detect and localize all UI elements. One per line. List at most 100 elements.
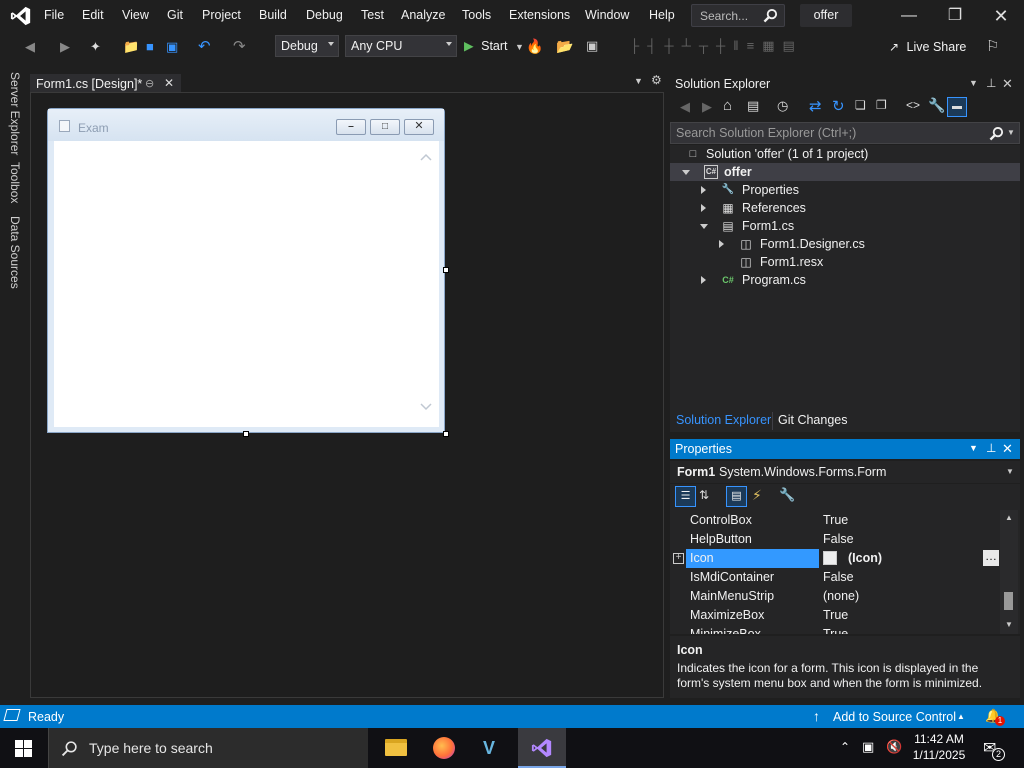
show-all-files-icon[interactable]: ❐	[876, 98, 887, 112]
tab-server-explorer[interactable]: Server Explorer	[8, 72, 22, 155]
menu-tools[interactable]: Tools	[462, 8, 491, 22]
se-forward-icon[interactable]: ▶	[702, 99, 712, 115]
collapsed-chevron-icon[interactable]	[701, 186, 706, 194]
window-layout-icon[interactable]: ▣	[586, 38, 598, 54]
search-options-chevron-down-icon[interactable]: ▼	[1007, 128, 1015, 137]
browse-ellipsis-button[interactable]: …	[983, 550, 999, 566]
preview-selected-items-icon[interactable]: ▬	[947, 97, 967, 117]
panel-close-icon[interactable]: ✕	[1002, 76, 1013, 92]
network-icon[interactable]: ▣	[862, 739, 874, 755]
taskbar-search-input[interactable]: Type here to search	[48, 728, 368, 768]
solution-configuration-select[interactable]: Debug	[275, 35, 339, 57]
settings-gear-icon[interactable]: ⚙	[651, 73, 662, 87]
live-share-button[interactable]: ↗ Live Share	[889, 40, 966, 54]
property-value[interactable]: False	[823, 530, 854, 549]
collapsed-chevron-icon[interactable]	[701, 276, 706, 284]
menu-build[interactable]: Build	[259, 8, 287, 22]
categorized-icon[interactable]: ☰	[675, 486, 696, 507]
menu-project[interactable]: Project	[202, 8, 241, 22]
platform-select[interactable]: Any CPU	[345, 35, 457, 57]
save-icon[interactable]: ■	[146, 39, 154, 55]
resize-grip-right[interactable]	[443, 267, 449, 273]
menu-view[interactable]: View	[122, 8, 149, 22]
switch-views-icon[interactable]: ▤	[747, 98, 759, 114]
panel-close-icon[interactable]: ✕	[1002, 441, 1013, 457]
resize-grip-bottom[interactable]	[243, 431, 249, 437]
panel-menu-chevron-down-icon[interactable]: ▼	[969, 78, 978, 88]
tab-data-sources[interactable]: Data Sources	[8, 216, 22, 289]
close-tab-icon[interactable]: ✕	[164, 76, 174, 90]
tray-chevron-up-icon[interactable]: ⌃	[840, 740, 850, 754]
resize-grip-corner[interactable]	[443, 431, 449, 437]
properties-object-selector[interactable]: Form1 System.Windows.Forms.Form ▼	[670, 461, 1020, 483]
property-value[interactable]: True	[823, 511, 848, 530]
menu-extensions[interactable]: Extensions	[509, 8, 570, 22]
nav-back-icon[interactable]: ◀	[25, 39, 35, 55]
expanded-chevron-icon[interactable]	[700, 224, 708, 229]
save-all-icon[interactable]: ▣	[166, 39, 178, 55]
property-row-ismdicontainer[interactable]: IsMdiContainer False	[670, 568, 1000, 587]
collapsed-chevron-icon[interactable]	[701, 204, 706, 212]
nav-forward-icon[interactable]: ▶	[60, 39, 70, 55]
menu-window[interactable]: Window	[585, 8, 629, 22]
hot-reload-icon[interactable]: 🔥	[526, 38, 543, 55]
property-row-icon[interactable]: + Icon (Icon) …	[670, 549, 1000, 568]
property-row-minimizebox[interactable]: MinimizeBox True	[670, 625, 1000, 634]
home-icon[interactable]: ⌂	[723, 97, 732, 114]
property-value[interactable]: True	[823, 625, 848, 634]
designer-form[interactable]: Exam ⎯ □ ✕	[47, 108, 445, 433]
feedback-icon[interactable]: ⚐	[986, 37, 999, 55]
visual-studio-logo-icon[interactable]	[10, 5, 32, 27]
se-back-icon[interactable]: ◀	[680, 99, 690, 115]
chevron-up-icon[interactable]: ▲	[957, 712, 965, 721]
property-value[interactable]: False	[823, 568, 854, 587]
property-value[interactable]: (none)	[823, 587, 859, 606]
menu-git[interactable]: Git	[167, 8, 183, 22]
solution-explorer-search-input[interactable]: Search Solution Explorer (Ctrl+;) ▼	[670, 122, 1020, 144]
property-value[interactable]: True	[823, 606, 848, 625]
tree-item-form1-resx[interactable]: ◫ Form1.resx	[670, 253, 1020, 271]
windows-start-icon[interactable]	[15, 740, 32, 757]
collapse-all-icon[interactable]: ❏	[855, 98, 866, 112]
sync-icon[interactable]: ⇄	[809, 97, 822, 115]
tree-item-form1-cs[interactable]: ▤ Form1.cs	[670, 217, 1020, 235]
search-input[interactable]: Search...	[691, 4, 785, 27]
expanded-chevron-icon[interactable]	[682, 170, 690, 175]
firefox-icon[interactable]	[420, 728, 468, 768]
tree-item-references[interactable]: ▦ References	[670, 199, 1020, 217]
pin-icon[interactable]: ⊖	[145, 77, 154, 90]
refresh-icon[interactable]: ↻	[832, 97, 845, 115]
tab-list-chevron-down-icon[interactable]: ▼	[634, 76, 643, 86]
tree-item-project-offer[interactable]: C# offer	[670, 163, 1020, 181]
close-icon[interactable]: ✕	[978, 0, 1024, 32]
volume-muted-icon[interactable]: 🔇	[886, 739, 902, 755]
vs-installer-icon[interactable]: V	[469, 728, 517, 768]
panel-pin-icon[interactable]: ⊥	[986, 76, 996, 90]
document-tab-form1-design[interactable]: Form1.cs [Design]* ⊖ ✕	[30, 72, 181, 92]
start-debugging-button[interactable]: ▶ Start ▼	[464, 38, 524, 53]
solution-name-badge[interactable]: offer	[800, 4, 852, 27]
visual-studio-taskbar-icon[interactable]	[518, 728, 566, 768]
properties-wrench-icon[interactable]: 🔧	[928, 97, 945, 114]
alignment-icons[interactable]: ├┤┼┴┬┼‖≡▦▤	[630, 38, 803, 54]
collapsed-chevron-icon[interactable]	[719, 240, 724, 248]
add-to-source-control-button[interactable]: Add to Source Control	[833, 710, 956, 724]
property-pages-wrench-icon[interactable]: 🔧	[779, 487, 795, 503]
form-client-area[interactable]	[54, 141, 439, 427]
undo-icon[interactable]: ↶	[198, 39, 211, 55]
pending-changes-filter-icon[interactable]: ◷	[777, 98, 788, 114]
tree-item-form1-designer-cs[interactable]: ◫ Form1.Designer.cs	[670, 235, 1020, 253]
tab-solution-explorer[interactable]: Solution Explorer	[676, 413, 771, 427]
expand-plus-icon[interactable]: +	[673, 553, 684, 564]
property-row-mainmenustrip[interactable]: MainMenuStrip (none)	[670, 587, 1000, 606]
new-project-icon[interactable]: ✦	[90, 39, 101, 55]
menu-help[interactable]: Help	[649, 8, 675, 22]
minimize-icon[interactable]: —	[886, 0, 932, 32]
scrollbar-thumb[interactable]	[1004, 592, 1013, 610]
tree-item-program-cs[interactable]: C# Program.cs	[670, 271, 1020, 289]
view-code-icon[interactable]: <>	[906, 98, 920, 112]
property-row-helpbutton[interactable]: HelpButton False	[670, 530, 1000, 549]
property-row-controlbox[interactable]: ControlBox True	[670, 511, 1000, 530]
tree-item-properties[interactable]: 🔧 Properties	[670, 181, 1020, 199]
restore-icon[interactable]: ❐	[932, 0, 978, 32]
